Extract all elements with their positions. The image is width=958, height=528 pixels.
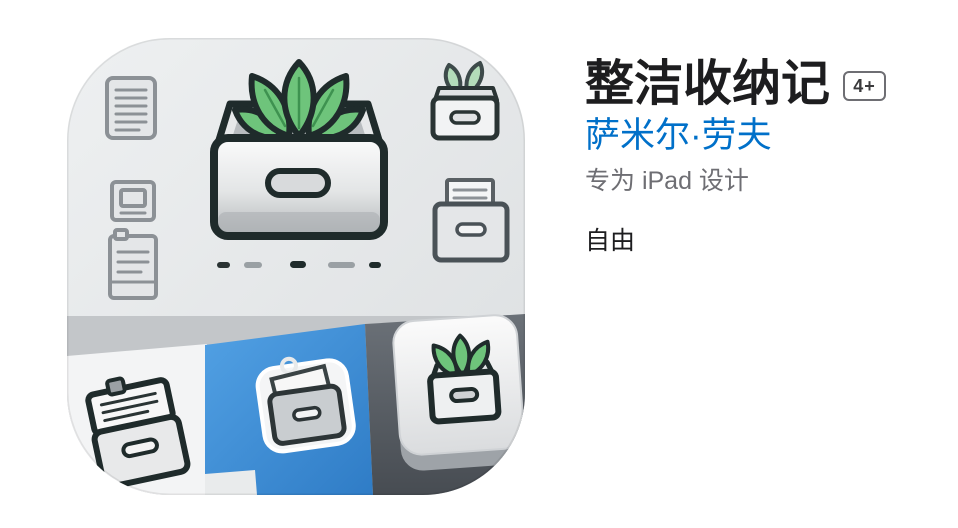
price-label: 自由	[585, 227, 636, 255]
dot	[328, 262, 355, 268]
app-title: 整洁收纳记	[585, 57, 831, 111]
box-front-shade	[218, 212, 380, 232]
photo-frame-icon	[110, 180, 156, 222]
frame-inner	[119, 188, 147, 208]
dot	[217, 262, 230, 268]
icon-artwork	[67, 38, 525, 495]
drawer-handle	[449, 386, 480, 404]
dot	[244, 262, 262, 268]
dot	[290, 261, 306, 268]
dot	[369, 262, 381, 268]
document-icon	[105, 76, 157, 140]
app-icon	[67, 38, 525, 495]
box-handle	[265, 168, 331, 198]
file-clip	[113, 228, 129, 241]
file-icon	[108, 228, 158, 300]
app-header: 整洁收纳记 4+ 萨米尔·劳夫 专为 iPad 设计 自由	[0, 0, 958, 528]
plant-drawer-button-icon	[392, 314, 525, 471]
drawer-handle	[455, 222, 487, 237]
designed-for-label: 专为 iPad 设计	[585, 167, 749, 195]
lower-white-tile	[205, 470, 257, 495]
drawer-handle	[292, 405, 322, 422]
developer-link[interactable]: 萨米尔·劳夫	[585, 116, 772, 156]
clipboard-clip	[105, 376, 127, 397]
age-rating-badge: 4+	[843, 71, 886, 101]
file-sheet	[108, 234, 158, 300]
drawer-handle	[449, 110, 481, 125]
